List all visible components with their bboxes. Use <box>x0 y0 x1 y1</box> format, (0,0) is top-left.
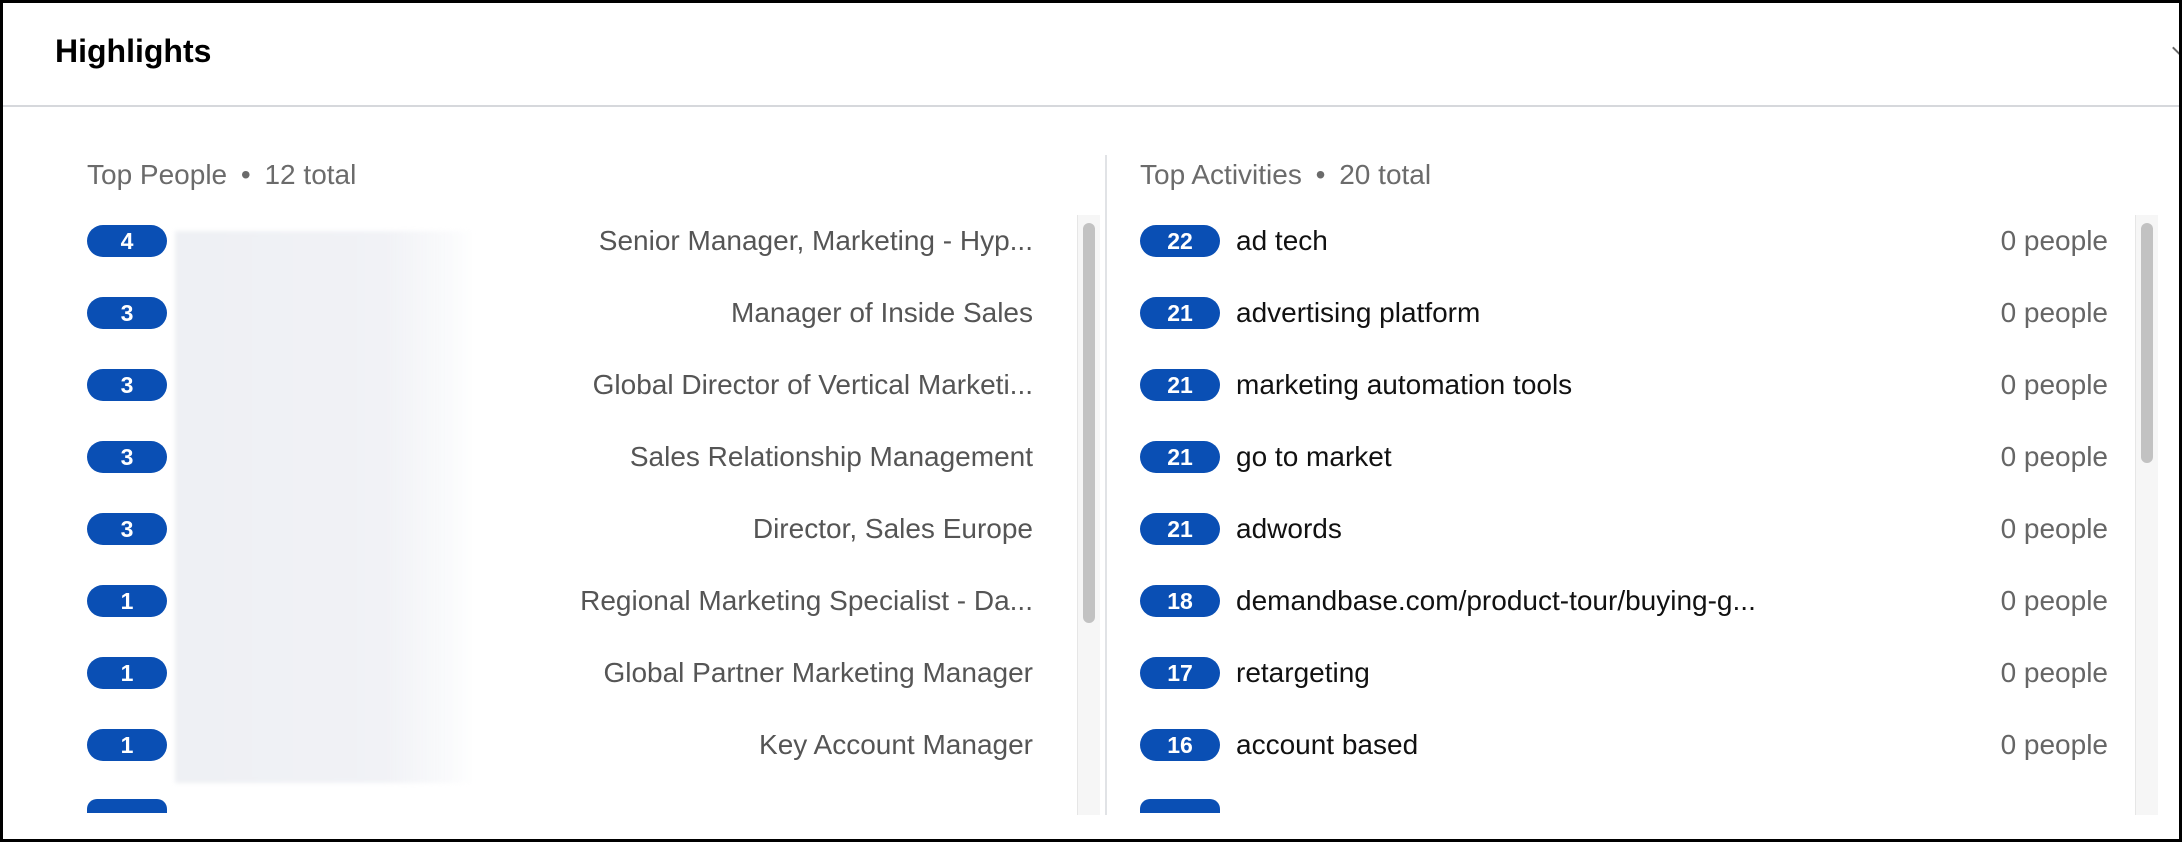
people-count: 0 people <box>2000 297 2108 328</box>
list-item[interactable]: 1 Regional Marketing Specialist - Da... <box>87 583 1077 623</box>
person-title: Manager of Inside Sales <box>731 297 1033 328</box>
list-item[interactable]: 18 demandbase.com/product-tour/buying-g.… <box>1140 583 2150 623</box>
top-people-heading-label: Top People <box>87 159 228 190</box>
count-badge: 21 <box>1140 513 1220 545</box>
count-badge-partial <box>87 799 167 813</box>
people-count: 0 people <box>2000 369 2108 400</box>
count-badge: 3 <box>87 441 167 473</box>
list-item[interactable]: 21 marketing automation tools 0 people <box>1140 367 2150 407</box>
count-badge: 3 <box>87 297 167 329</box>
chevron-up-icon[interactable] <box>2172 38 2179 58</box>
count-badge: 1 <box>87 729 167 761</box>
panel-divider <box>1105 155 1107 815</box>
activity-name: retargeting <box>1236 657 1370 688</box>
top-people-list: 4 Senior Manager, Marketing - Hyp... 3 M… <box>87 213 1077 813</box>
list-item[interactable]: 21 go to market 0 people <box>1140 439 2150 479</box>
list-item[interactable]: 3 Director, Sales Europe <box>87 511 1077 551</box>
list-item[interactable]: 1 Key Account Manager <box>87 727 1077 767</box>
top-activities-heading: Top Activities • 20 total <box>1140 159 1431 191</box>
list-item[interactable]: 3 Sales Relationship Management <box>87 439 1077 479</box>
count-badge: 3 <box>87 369 167 401</box>
people-count: 0 people <box>2000 585 2108 616</box>
list-item[interactable]: 21 advertising platform 0 people <box>1140 295 2150 335</box>
heading-separator: • <box>1315 159 1326 190</box>
person-title: Director, Sales Europe <box>752 513 1033 544</box>
count-badge: 21 <box>1140 369 1220 401</box>
activity-name: marketing automation tools <box>1236 369 1573 400</box>
top-people-panel: Top People • 12 total 4 Senior Manager, … <box>87 153 1100 815</box>
count-badge-partial <box>1140 799 1220 813</box>
list-item[interactable]: 1 Global Partner Marketing Manager <box>87 655 1077 695</box>
activities-scrollbar-thumb[interactable] <box>2141 223 2153 463</box>
highlights-card: Highlights Top People • 12 total 4 Senio… <box>0 0 2182 842</box>
list-item[interactable]: 22 ad tech 0 people <box>1140 223 2150 263</box>
person-title: Global Director of Vertical Marketi... <box>592 369 1033 400</box>
count-badge: 1 <box>87 585 167 617</box>
person-title: Sales Relationship Management <box>629 441 1033 472</box>
card-title: Highlights <box>55 33 212 69</box>
count-badge: 21 <box>1140 441 1220 473</box>
person-title: Key Account Manager <box>759 729 1033 760</box>
person-title: Regional Marketing Specialist - Da... <box>580 585 1033 616</box>
activity-name: go to market <box>1236 441 1392 472</box>
count-badge: 22 <box>1140 225 1220 257</box>
people-count: 0 people <box>2000 513 2108 544</box>
top-people-total: 12 total <box>264 159 357 190</box>
activity-name: ad tech <box>1236 225 1328 256</box>
count-badge: 4 <box>87 225 167 257</box>
people-scrollbar-thumb[interactable] <box>1083 223 1095 623</box>
activity-name: adwords <box>1236 513 1342 544</box>
top-activities-total: 20 total <box>1339 159 1432 190</box>
activities-scrollbar[interactable] <box>2135 215 2158 815</box>
count-badge: 18 <box>1140 585 1220 617</box>
count-badge: 21 <box>1140 297 1220 329</box>
card-header: Highlights <box>3 3 2179 107</box>
people-count: 0 people <box>2000 657 2108 688</box>
count-badge: 3 <box>87 513 167 545</box>
list-item[interactable]: 3 Global Director of Vertical Marketi... <box>87 367 1077 407</box>
top-activities-heading-label: Top Activities <box>1140 159 1302 190</box>
count-badge: 17 <box>1140 657 1220 689</box>
activity-name: demandbase.com/product-tour/buying-g... <box>1236 585 1756 616</box>
list-item[interactable]: 17 retargeting 0 people <box>1140 655 2150 695</box>
count-badge: 1 <box>87 657 167 689</box>
count-badge: 16 <box>1140 729 1220 761</box>
top-people-heading: Top People • 12 total <box>87 159 356 191</box>
heading-separator: • <box>240 159 251 190</box>
activity-name: advertising platform <box>1236 297 1481 328</box>
list-item[interactable]: 21 adwords 0 people <box>1140 511 2150 551</box>
people-count: 0 people <box>2000 441 2108 472</box>
top-activities-panel: Top Activities • 20 total 22 ad tech 0 p… <box>1140 153 2158 815</box>
list-item[interactable]: 4 Senior Manager, Marketing - Hyp... <box>87 223 1077 263</box>
person-title: Senior Manager, Marketing - Hyp... <box>598 225 1033 256</box>
list-item[interactable]: 16 account based 0 people <box>1140 727 2150 767</box>
people-count: 0 people <box>2000 729 2108 760</box>
people-scrollbar[interactable] <box>1077 215 1100 815</box>
people-count: 0 people <box>2000 225 2108 256</box>
activity-name: account based <box>1236 729 1419 760</box>
person-title: Global Partner Marketing Manager <box>603 657 1033 688</box>
top-activities-list: 22 ad tech 0 people 21 advertising platf… <box>1140 213 2150 813</box>
list-item[interactable]: 3 Manager of Inside Sales <box>87 295 1077 335</box>
